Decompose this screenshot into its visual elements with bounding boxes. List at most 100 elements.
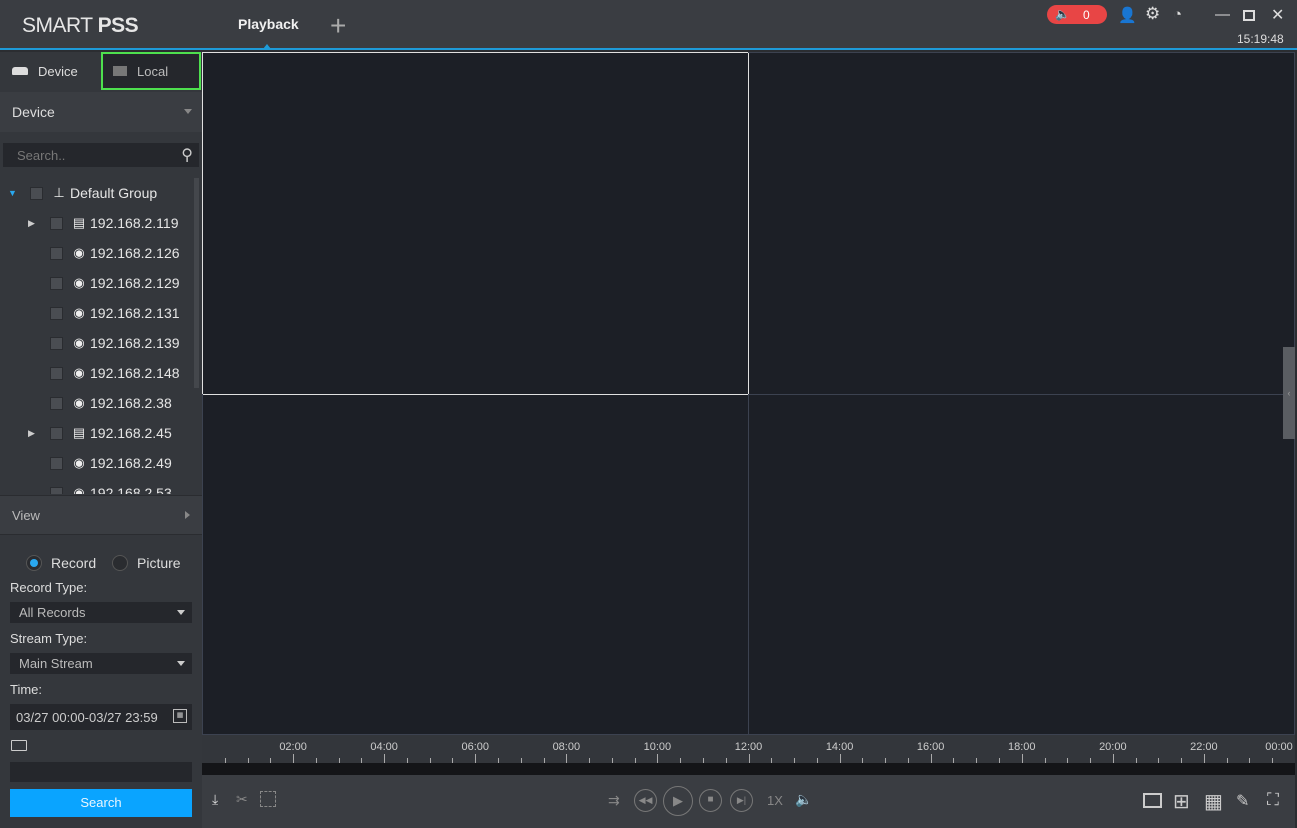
checkbox[interactable] — [50, 276, 63, 290]
expand-caret-icon[interactable]: ▶ — [28, 218, 40, 229]
camera-icon: ◉ — [73, 335, 85, 350]
alarm-button[interactable]: 🔈 0 — [1047, 5, 1107, 24]
caret-right-icon — [185, 511, 190, 519]
tab-device[interactable]: Device — [0, 52, 100, 90]
search-icon[interactable]: ⚲ — [181, 145, 193, 165]
tree-label: 192.168.2.126 — [90, 245, 180, 261]
playback-controls: ⤓ ✂ ⇉ ◀◀ ▶ ■ ▶| 1X 🔈 ⊞ ▦ ✎ ⛶ — [202, 775, 1295, 828]
timeline-label: 00:00 — [1265, 741, 1293, 753]
minimize-icon[interactable]: — — [1215, 6, 1230, 23]
tree-device[interactable]: ◉ 192.168.2.131 — [28, 298, 180, 328]
sync-play-icon[interactable]: ⇉ — [608, 792, 620, 809]
tree-label: 192.168.2.38 — [90, 395, 172, 411]
radio-record[interactable]: Record — [26, 555, 96, 571]
edit-icon[interactable]: ✎ — [1236, 791, 1249, 811]
layout-4-icon[interactable]: ⊞ — [1173, 789, 1190, 814]
next-frame-icon[interactable]: ▶| — [730, 789, 753, 812]
tree-device[interactable]: ▶ ▤ 192.168.2.45 — [28, 418, 172, 448]
tree-scrollbar[interactable] — [194, 178, 199, 388]
video-window-4[interactable] — [748, 394, 1295, 735]
app-logo: SMART PSS — [22, 14, 139, 37]
video-grid — [202, 52, 1295, 735]
checkbox[interactable] — [50, 336, 63, 350]
video-window-2[interactable] — [748, 52, 1295, 395]
tree-device[interactable]: ◉ 192.168.2.126 — [28, 238, 180, 268]
performance-gauge-icon[interactable]: ◔ — [1173, 6, 1182, 23]
checkbox[interactable] — [50, 216, 63, 230]
smart-search-icon[interactable] — [260, 791, 276, 807]
view-section[interactable]: View — [0, 495, 202, 535]
expanded-caret-icon[interactable]: ▼ — [8, 188, 20, 198]
timeline-label: 06:00 — [461, 741, 490, 753]
camera-icon: ◉ — [73, 455, 85, 470]
checkbox[interactable] — [50, 306, 63, 320]
tree-device[interactable]: ◉ 192.168.2.148 — [28, 358, 180, 388]
close-icon[interactable]: ✕ — [1271, 5, 1284, 25]
major-tick — [839, 754, 841, 763]
timeline-label: 04:00 — [370, 741, 398, 753]
major-tick — [1203, 754, 1205, 763]
tree-group[interactable]: ▼ ⊥ Default Group — [8, 178, 157, 208]
card-number-input[interactable] — [10, 762, 192, 782]
major-tick — [566, 754, 568, 763]
tree-device[interactable]: ◉ 192.168.2.139 — [28, 328, 180, 358]
view-label: View — [12, 507, 40, 523]
time-range-input[interactable]: 03/27 00:00-03/27 23:59 ▦ — [10, 704, 192, 730]
checkbox[interactable] — [50, 246, 63, 260]
major-tick — [930, 754, 932, 763]
search-button[interactable]: Search — [10, 789, 192, 817]
timeline-label: 16:00 — [916, 741, 945, 753]
download-icon[interactable]: ⤓ — [212, 791, 218, 808]
checkbox[interactable] — [50, 486, 63, 494]
caret-down-icon — [177, 661, 185, 666]
search-input[interactable]: Search.. ⚲ — [3, 143, 199, 167]
video-window-3[interactable] — [202, 394, 749, 735]
tab-local[interactable]: Local — [101, 52, 201, 90]
caret-down-icon — [184, 109, 192, 114]
tree-device[interactable]: ◉ 192.168.2.49 — [28, 448, 172, 478]
record-type-select[interactable]: All Records — [10, 602, 192, 623]
timeline-label: 02:00 — [279, 741, 307, 753]
tree-label: 192.168.2.119 — [90, 215, 179, 231]
checkbox[interactable] — [50, 426, 63, 440]
radio-label: Picture — [137, 555, 181, 571]
video-window-1[interactable] — [202, 52, 749, 395]
stop-icon[interactable]: ■ — [699, 789, 722, 812]
tree-device[interactable]: ▶ ▤ 192.168.2.119 — [28, 208, 179, 238]
stream-type-select[interactable]: Main Stream — [10, 653, 192, 674]
maximize-icon[interactable] — [1243, 10, 1255, 21]
layout-9-icon[interactable]: ▦ — [1204, 789, 1223, 814]
tree-label: 192.168.2.45 — [90, 425, 172, 441]
radio-picture[interactable]: Picture — [112, 555, 181, 571]
expand-caret-icon[interactable]: ▶ — [28, 428, 40, 439]
checkbox[interactable] — [30, 186, 43, 200]
search-placeholder: Search.. — [17, 148, 66, 163]
checkbox[interactable] — [50, 456, 63, 470]
device-dropdown[interactable]: Device — [0, 92, 202, 132]
volume-icon[interactable]: 🔈 — [795, 791, 812, 808]
collapse-panel-handle[interactable]: ‹ — [1283, 347, 1295, 439]
tab-playback[interactable]: Playback — [238, 16, 299, 32]
speed-label[interactable]: 1X — [767, 793, 783, 808]
tree-device[interactable]: ◉ 192.168.2.129 — [28, 268, 180, 298]
add-tab-button[interactable]: + — [330, 10, 346, 42]
play-icon[interactable]: ▶ — [663, 786, 693, 816]
tree-label: 192.168.2.148 — [90, 365, 180, 381]
timeline-track[interactable] — [202, 763, 1295, 775]
fullscreen-icon[interactable]: ⛶ — [1267, 790, 1279, 810]
radio-dot — [26, 555, 42, 571]
tree-device[interactable]: ◉ 192.168.2.38 — [28, 388, 172, 418]
major-tick — [293, 754, 295, 763]
rewind-icon[interactable]: ◀◀ — [634, 789, 657, 812]
user-icon[interactable]: 👤 — [1118, 6, 1137, 24]
nvr-icon: ▤ — [72, 215, 86, 230]
checkbox[interactable] — [50, 396, 63, 410]
tree-device[interactable]: ◉ 192.168.2.53 — [28, 478, 172, 494]
layout-1-icon[interactable] — [1143, 793, 1162, 808]
checkbox[interactable] — [50, 366, 63, 380]
select-value: All Records — [19, 605, 86, 620]
calendar-icon[interactable]: ▦ — [173, 709, 187, 723]
org-tree-icon: ⊥ — [53, 185, 65, 200]
scissors-icon[interactable]: ✂ — [236, 791, 248, 808]
gear-icon[interactable]: ⚙ — [1145, 4, 1160, 24]
